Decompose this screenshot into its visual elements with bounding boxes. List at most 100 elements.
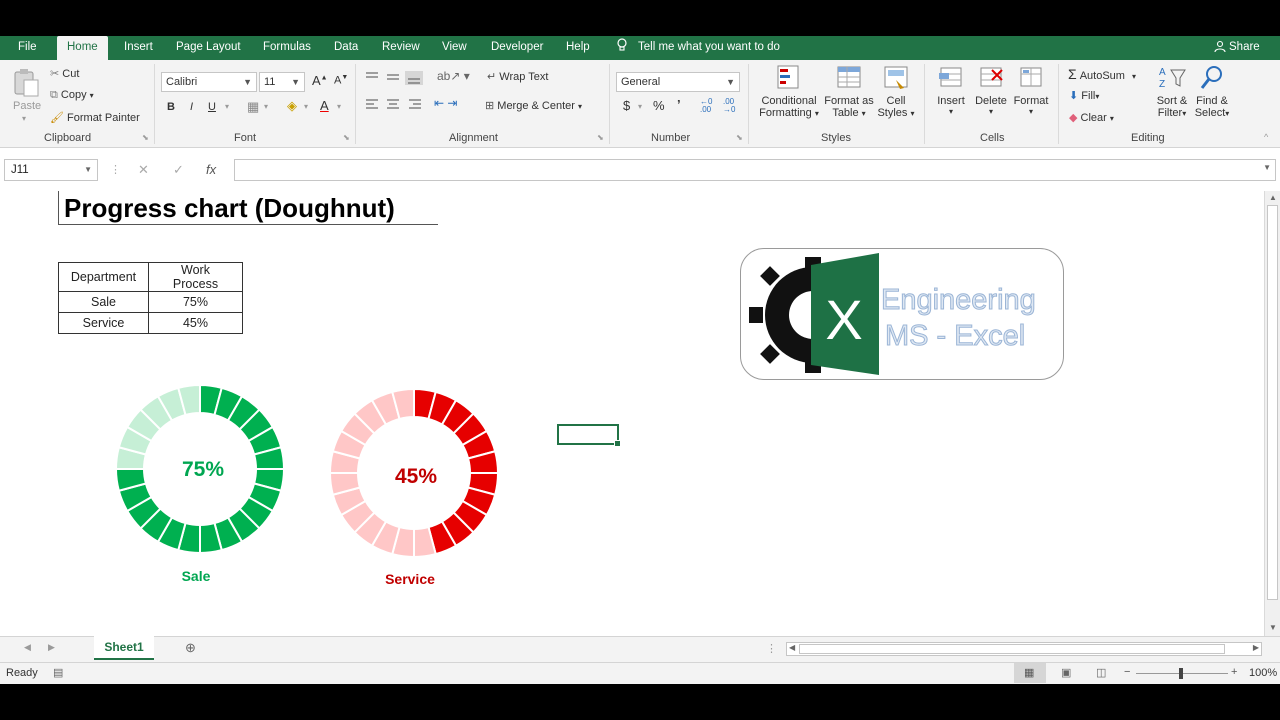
font-color-button[interactable]: A [320,98,329,113]
italic-button[interactable]: I [190,101,193,113]
add-sheet-icon[interactable]: ⊕ [185,640,196,656]
percent-button[interactable]: % [653,98,665,113]
comma-button[interactable]: ’ [677,97,681,112]
fill-button[interactable]: ⬇ Fill▾ [1069,89,1099,102]
font-size-select[interactable]: 11 ▼ [259,72,305,92]
merge-center-button[interactable]: ⊞ Merge & Center ▾ [485,99,582,112]
indent-icons[interactable]: ⇤ ⇥ [434,96,457,110]
tab-help[interactable]: Help [566,36,590,60]
page-title: Progress chart (Doughnut) [64,193,395,223]
table-row: Sale 75% [58,291,243,313]
share-button[interactable]: Share [1214,36,1260,60]
autosum-button[interactable]: Σ AutoSum ▾ [1068,66,1136,82]
chevron-down-icon: ▾ [22,114,27,123]
doughnut-chart-service[interactable]: 45% Service [324,388,504,588]
scroll-down-icon[interactable]: ▼ [1269,623,1277,632]
paste-button[interactable] [12,68,40,101]
scroll-up-icon[interactable]: ▲ [1269,193,1277,202]
normal-view-button[interactable]: ▦ [1014,663,1046,683]
sort-filter-button[interactable]: AZ Sort & Filter▾ [1152,64,1192,119]
share-label: Share [1229,41,1260,53]
format-cells-button[interactable]: Format ▾ [1011,64,1051,116]
insert-function-button[interactable]: fx [206,162,216,177]
page-break-view-icon[interactable]: ◫ [1096,666,1106,679]
copy-button[interactable]: ⧉ Copy ▾ [50,89,94,102]
chevron-down-icon: ▾ [1028,107,1033,116]
cell-work-process[interactable]: 45% [148,312,243,334]
clear-button[interactable]: ◆ Clear ▾ [1069,111,1114,124]
cell-work-process[interactable]: 75% [148,291,243,313]
orientation-icon[interactable]: ab↗ ▾ [437,69,470,83]
delete-cells-button[interactable]: Delete ▾ [972,64,1010,116]
header-work-process[interactable]: Work Process [148,262,243,292]
dialog-launcher-icon[interactable]: ⬊ [343,133,350,142]
header-department[interactable]: Department [58,262,149,292]
tab-data[interactable]: Data [334,36,358,60]
chevron-down-icon: ▼ [84,165,92,174]
dialog-launcher-icon[interactable]: ⬊ [142,133,149,142]
bold-button[interactable]: B [167,101,175,113]
find-select-button[interactable]: Find & Select▾ [1192,64,1232,119]
tab-insert[interactable]: Insert [124,36,153,60]
cancel-icon[interactable]: ✕ [138,162,149,178]
dialog-launcher-icon[interactable]: ⬊ [736,133,743,142]
scroll-right-icon[interactable]: ▶ [1253,643,1259,652]
font-name-select[interactable]: Calibri ▼ [161,72,257,92]
zoom-level[interactable]: 100% [1249,667,1277,679]
currency-button[interactable]: $ [623,98,630,113]
sort-filter-label-2: Filter [1157,107,1183,119]
tell-me-box[interactable]: Tell me what you want to do [616,36,780,60]
number-format-select[interactable]: General ▼ [616,72,740,92]
wrap-text-button[interactable]: ↵ Wrap Text [487,70,548,83]
scroll-tabs-left-icon[interactable]: ◀ [24,642,31,653]
tab-home[interactable]: Home [57,36,108,60]
format-painter-button[interactable]: 🖌 Format Painter [50,111,140,124]
chevron-down-icon: ▾ [1225,109,1230,118]
conditional-formatting-button[interactable]: Conditional Formatting ▾ [757,64,821,119]
dialog-launcher-icon[interactable]: ⬊ [597,133,604,142]
shrink-font-button[interactable]: A▼ [334,74,348,87]
worksheet-grid[interactable]: Progress chart (Doughnut) Department Wor… [0,191,1264,636]
tab-developer[interactable]: Developer [491,36,543,60]
sheet-tab-sheet1[interactable]: Sheet1 [94,636,154,660]
cut-button[interactable]: ✂ Cut [50,67,79,80]
engineering-logo[interactable]: X Engineering MS - Excel [740,248,1064,380]
collapse-ribbon-icon[interactable]: ^ [1264,132,1268,142]
scroll-left-icon[interactable]: ◀ [789,643,795,652]
tab-view[interactable]: View [442,36,467,60]
zoom-in-icon[interactable]: + [1231,666,1237,678]
zoom-slider-thumb[interactable] [1179,668,1183,679]
scissors-icon: ✂ [50,68,60,80]
cell-department[interactable]: Sale [58,291,149,313]
insert-cells-button[interactable]: Insert ▾ [933,64,969,116]
scroll-tabs-right-icon[interactable]: ▶ [48,642,55,653]
zoom-out-icon[interactable]: − [1124,666,1130,678]
tab-file[interactable]: File [18,36,37,60]
cell-department[interactable]: Service [58,312,149,334]
vertical-align-icons[interactable] [365,71,433,85]
cell-styles-button[interactable]: Cell Styles ▾ [876,64,916,119]
fill-color-icon[interactable]: ◈ [287,98,297,114]
doughnut-chart-sale[interactable]: 75% Sale [110,386,290,586]
selected-cell[interactable] [557,424,621,447]
macro-record-icon[interactable]: ▤ [53,666,63,679]
enter-icon[interactable]: ✓ [173,162,184,178]
conditional-formatting-label-1: Conditional [761,95,817,107]
formula-input[interactable]: ▼ [234,159,1276,181]
tab-formulas[interactable]: Formulas [263,36,311,60]
page-layout-view-icon[interactable]: ▣ [1061,666,1071,679]
tab-review[interactable]: Review [382,36,420,60]
horizontal-align-icons[interactable] [365,99,425,111]
horizontal-scrollbar[interactable]: ◀ ▶ [786,642,1262,656]
format-as-table-button[interactable]: Format as Table ▾ [822,64,876,119]
underline-button[interactable]: U [208,101,216,113]
vertical-scrollbar[interactable]: ▲ ▼ [1264,191,1280,636]
increase-decimal-icon[interactable]: ←0.00 [700,98,712,114]
borders-icon[interactable]: ▦ [247,99,259,115]
scroll-thumb[interactable] [1267,205,1278,600]
tab-page-layout[interactable]: Page Layout [176,36,241,60]
grow-font-button[interactable]: A▲ [312,73,328,88]
decrease-decimal-icon[interactable]: .00 →0 [723,98,735,114]
scroll-thumb[interactable] [799,644,1225,654]
name-box[interactable]: J11 ▼ [4,159,98,181]
